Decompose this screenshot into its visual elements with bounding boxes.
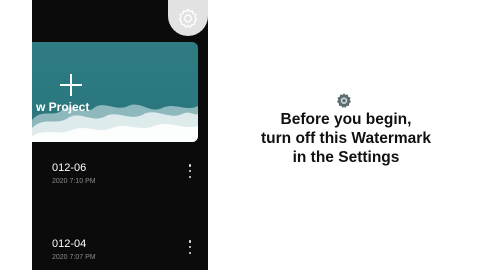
plus-icon — [60, 74, 82, 96]
project-date: 2020 7:07 PM — [52, 254, 96, 261]
new-project-card[interactable]: w Project — [32, 42, 198, 142]
notice-line: Before you begin, — [280, 111, 412, 128]
more-vertical-icon[interactable] — [186, 164, 194, 178]
project-title: 012-06 — [52, 162, 87, 174]
notice-line: in the Settings — [292, 149, 400, 166]
notice-line: turn off this Watermark — [261, 130, 431, 147]
phone-screen: w Project 012-06 2020 7:10 PM 012-04 202… — [32, 0, 208, 270]
gear-icon — [178, 8, 198, 28]
watermark-notice: Before you begin, turn off this Watermar… — [236, 110, 456, 167]
more-vertical-icon[interactable] — [186, 240, 194, 254]
project-title: 012-04 — [52, 238, 87, 250]
gear-icon — [337, 93, 351, 108]
project-item[interactable]: 012-04 2020 7:07 PM — [32, 238, 208, 270]
settings-button[interactable] — [168, 0, 208, 36]
project-date: 2020 7:10 PM — [52, 178, 96, 185]
new-project-label: w Project — [36, 100, 90, 114]
project-item[interactable]: 012-06 2020 7:10 PM — [32, 162, 208, 198]
